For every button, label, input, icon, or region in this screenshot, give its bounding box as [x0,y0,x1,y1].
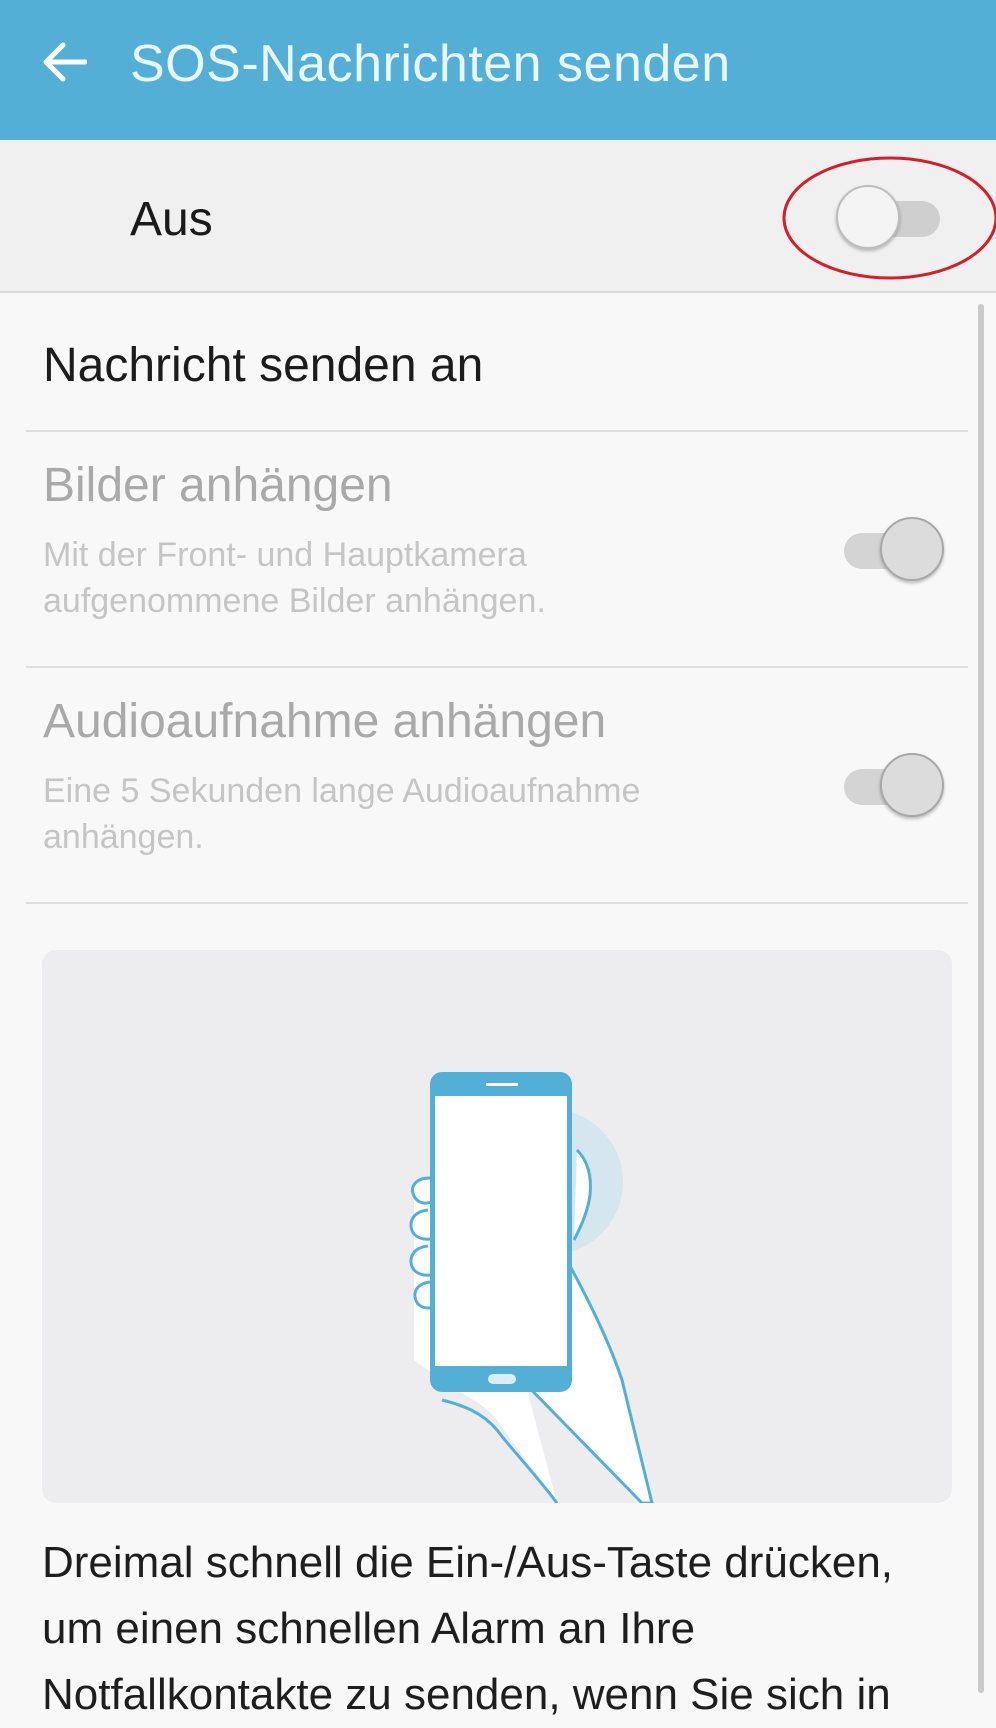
hand-holding-phone-icon [409,1072,654,1503]
send-to-row[interactable]: Nachricht senden an [26,294,968,432]
page-title: SOS-Nachrichten senden [130,35,731,93]
master-switch-label: Aus [130,193,213,246]
attach-pictures-title: Bilder anhängen [43,459,393,512]
attach-pictures-summary: Mit der Front- und Hauptkamera aufgenomm… [43,536,546,620]
description-text: Dreimal schnell die Ein-/Aus-Taste drück… [42,1538,894,1719]
switch-thumb [880,753,944,817]
attach-audio-switch[interactable] [838,750,944,820]
attach-pictures-switch[interactable] [838,514,944,584]
arrow-left-icon [43,42,87,82]
attach-audio-summary: Eine 5 Sekunden lange Audioaufnahme anhä… [43,772,641,856]
attach-pictures-row[interactable]: Bilder anhängen Mit der Front- und Haupt… [26,432,968,668]
master-switch-row[interactable]: Aus [0,140,996,293]
switch-thumb [836,185,900,249]
send-to-title: Nachricht senden an [43,339,484,392]
master-switch[interactable] [836,182,942,252]
switch-thumb [880,517,944,581]
back-button[interactable] [36,34,92,90]
scrollbar[interactable] [978,304,984,1693]
attach-audio-title: Audioaufnahme anhängen [43,695,607,748]
attach-audio-row[interactable]: Audioaufnahme anhängen Eine 5 Sekunden l… [26,668,968,904]
illustration-panel [42,950,952,1503]
app-bar: SOS-Nachrichten senden [0,0,996,140]
